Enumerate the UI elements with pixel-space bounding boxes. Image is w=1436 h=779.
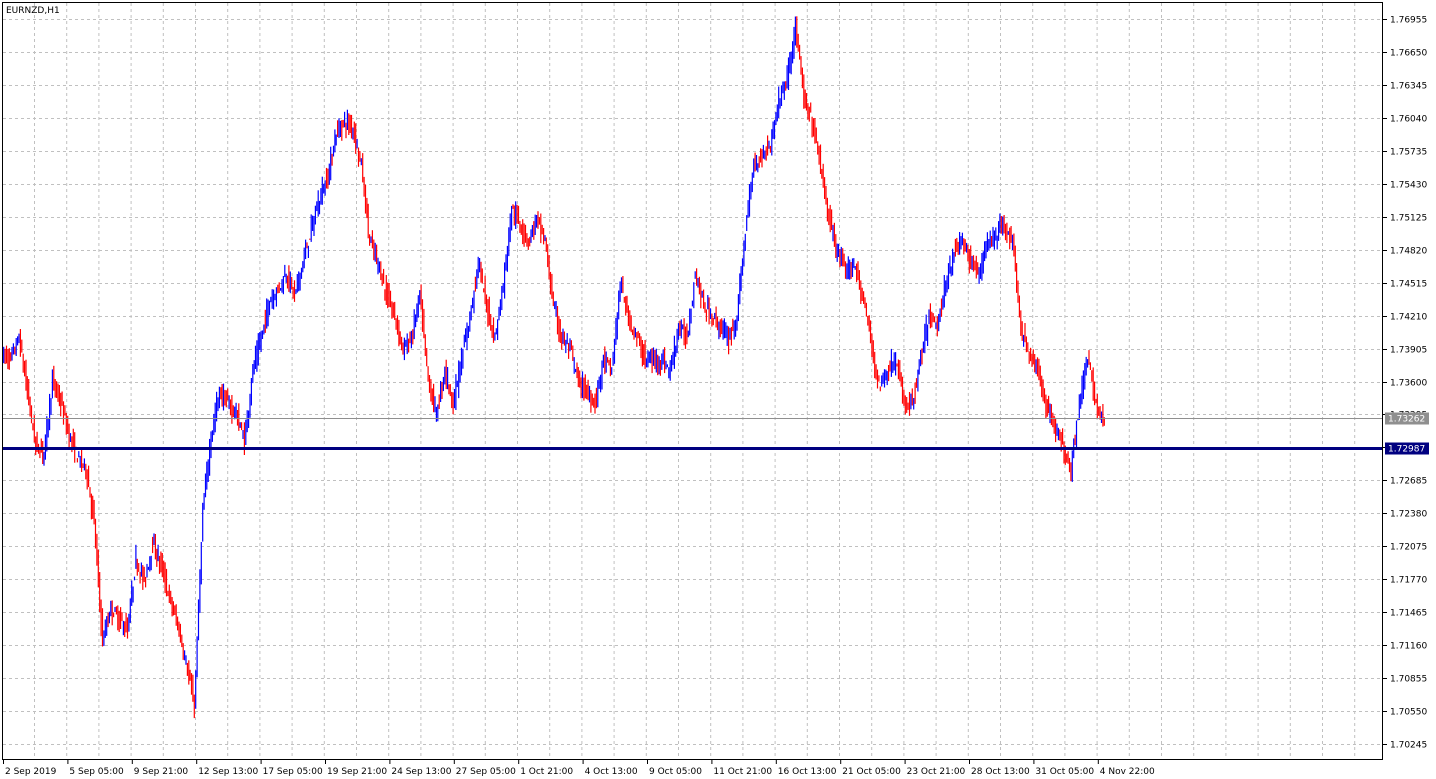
x-tick-label: 9 Sep 21:00: [134, 767, 189, 777]
x-tick-label: 4 Nov 22:00: [1100, 767, 1155, 777]
y-tick-label: 1.71770: [1390, 576, 1427, 586]
y-tick-label: 1.74210: [1390, 313, 1427, 323]
x-tick-label: 2 Sep 2019: [5, 767, 57, 777]
bid-price-label: 1.73262: [1388, 415, 1425, 425]
x-tick-label: 31 Oct 05:00: [1035, 767, 1094, 777]
x-tick-label: 21 Oct 05:00: [842, 767, 901, 777]
x-tick-label: 9 Oct 05:00: [649, 767, 702, 777]
x-tick-label: 12 Sep 13:00: [198, 767, 258, 777]
x-tick-label: 5 Sep 05:00: [69, 767, 124, 777]
y-tick-label: 1.72380: [1390, 510, 1427, 520]
y-tick-label: 1.76955: [1390, 16, 1427, 26]
y-tick-label: 1.75125: [1390, 214, 1427, 224]
x-tick-label: 1 Oct 21:00: [520, 767, 573, 777]
y-tick-label: 1.76345: [1390, 82, 1427, 92]
x-tick-label: 28 Oct 13:00: [971, 767, 1030, 777]
y-tick-label: 1.70245: [1390, 741, 1427, 751]
x-tick-label: 4 Oct 13:00: [585, 767, 638, 777]
x-tick-label: 27 Sep 05:00: [456, 767, 516, 777]
y-tick-label: 1.76040: [1390, 115, 1427, 125]
y-tick-label: 1.74515: [1390, 280, 1427, 290]
y-tick-label: 1.72075: [1390, 543, 1427, 553]
y-tick-label: 1.76650: [1390, 49, 1427, 59]
chart-title: EURNZD,H1: [6, 6, 60, 16]
y-tick-label: 1.70855: [1390, 675, 1427, 685]
x-tick-label: 23 Oct 21:00: [907, 767, 966, 777]
y-tick-label: 1.70550: [1390, 708, 1427, 718]
y-tick-label: 1.74820: [1390, 247, 1427, 257]
price-chart[interactable]: 1.76955 1.76650 1.76345 1.76040 1.75735 1.754…: [0, 0, 1436, 779]
x-tick-label: 17 Sep 05:00: [263, 767, 323, 777]
y-tick-label: 1.75430: [1390, 181, 1427, 191]
y-tick-label: 1.73600: [1390, 379, 1427, 389]
x-tick-label: 19 Sep 21:00: [327, 767, 387, 777]
x-tick-label: 24 Sep 13:00: [391, 767, 451, 777]
y-tick-label: 1.71160: [1390, 642, 1427, 652]
level-price-label: 1.72987: [1388, 445, 1425, 455]
chart-background: [0, 0, 1436, 779]
y-tick-label: 1.72685: [1390, 477, 1427, 487]
y-tick-label: 1.71465: [1390, 609, 1427, 619]
x-tick-label: 11 Oct 21:00: [713, 767, 772, 777]
x-tick-label: 16 Oct 13:00: [778, 767, 837, 777]
y-tick-label: 1.75735: [1390, 148, 1427, 158]
y-tick-label: 1.73905: [1390, 346, 1427, 356]
